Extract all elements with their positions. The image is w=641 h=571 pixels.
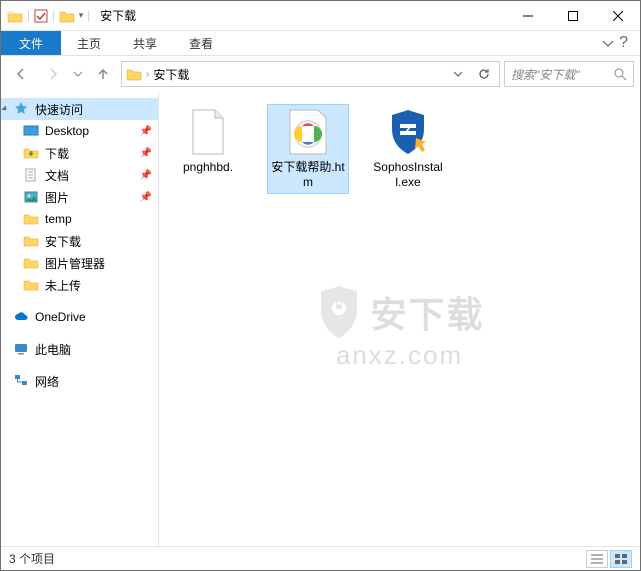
sidebar-item[interactable]: Desktop 📌 <box>1 120 158 142</box>
blank-icon <box>184 108 232 156</box>
nav-up-button[interactable] <box>89 60 117 88</box>
network-icon <box>13 373 29 389</box>
separator: | <box>27 10 30 22</box>
window-title: 安下载 <box>100 7 136 24</box>
explorer-window: | | ▾ | 安下载 文件 主页 共享 查看 ? <box>0 0 641 571</box>
tab-home[interactable]: 主页 <box>61 31 117 55</box>
sidebar-thispc[interactable]: 此电脑 <box>1 338 158 360</box>
search-placeholder: 搜索"安下载" <box>511 66 614 83</box>
ribbon-tabs: 文件 主页 共享 查看 ? <box>1 31 640 56</box>
sidebar-item[interactable]: 图片管理器 <box>1 252 158 274</box>
search-icon <box>614 68 627 81</box>
title-bar: | | ▾ | 安下载 <box>1 1 640 31</box>
sidebar: 快速访问 Desktop 📌 下载 📌 文档 📌 图片 📌 temp 安下载图片管理器未上传 On… <box>1 92 159 546</box>
downloads-icon <box>23 145 39 161</box>
file-label: SophosInstall.exe <box>371 160 445 190</box>
sidebar-item-label: Desktop <box>45 124 89 138</box>
desktop-icon <box>23 123 39 139</box>
ribbon-expand-button[interactable]: ? <box>591 31 640 55</box>
folder-icon <box>7 8 23 24</box>
sidebar-item-label: 图片管理器 <box>45 255 105 272</box>
chevron-right-icon: › <box>146 69 149 80</box>
main-area: 快速访问 Desktop 📌 下载 📌 文档 📌 图片 📌 temp 安下载图片管理器未上传 On… <box>1 92 640 546</box>
folder-icon <box>23 211 39 227</box>
sidebar-item-label: 网络 <box>35 373 59 390</box>
separator: | <box>52 10 55 22</box>
minimize-button[interactable] <box>505 1 550 30</box>
view-details-button[interactable] <box>586 550 608 568</box>
documents-icon <box>23 167 39 183</box>
folder-icon <box>23 233 39 249</box>
folder-icon <box>23 277 39 293</box>
close-button[interactable] <box>595 1 640 30</box>
sidebar-network[interactable]: 网络 <box>1 370 158 392</box>
folder-icon <box>59 8 75 24</box>
dropdown-icon[interactable]: ▾ <box>79 10 84 21</box>
htm-icon <box>284 108 332 156</box>
sidebar-item-label: 文档 <box>45 167 69 184</box>
pin-icon: 📌 <box>140 126 152 137</box>
status-bar: 3 个项目 <box>1 546 640 570</box>
address-segment[interactable]: 安下载 <box>153 66 189 83</box>
file-item[interactable]: pnghhbd. <box>167 104 249 194</box>
sidebar-item-label: 此电脑 <box>35 341 71 358</box>
pin-icon: 📌 <box>140 170 152 181</box>
pictures-icon <box>23 189 39 205</box>
refresh-button[interactable] <box>473 67 495 81</box>
tab-share[interactable]: 共享 <box>117 31 173 55</box>
file-item[interactable]: 安下载帮助.htm <box>267 104 349 194</box>
sidebar-item[interactable]: 文档 📌 <box>1 164 158 186</box>
nav-recent-button[interactable] <box>71 60 85 88</box>
sidebar-item-label: 下载 <box>45 145 69 162</box>
status-count: 3 个项目 <box>9 550 55 567</box>
tab-file[interactable]: 文件 <box>1 31 61 55</box>
sidebar-quick-access[interactable]: 快速访问 <box>1 98 158 120</box>
sidebar-item-label: 未上传 <box>45 277 81 294</box>
sidebar-item-label: OneDrive <box>35 310 86 324</box>
watermark: 安下载 anxz.com <box>314 284 484 371</box>
file-pane[interactable]: pnghhbd. 安下载帮助.htm SophosInstall.exe 安下载 a… <box>159 92 640 546</box>
folder-icon <box>23 255 39 271</box>
sidebar-item[interactable]: 下载 📌 <box>1 142 158 164</box>
star-icon <box>13 101 29 117</box>
search-input[interactable]: 搜索"安下载" <box>504 61 634 87</box>
pin-icon: 📌 <box>140 192 152 203</box>
sidebar-item-label: 图片 <box>45 189 69 206</box>
sophos-icon <box>384 108 432 156</box>
address-dropdown-button[interactable] <box>447 70 469 78</box>
checkbox-icon[interactable] <box>34 9 48 23</box>
sidebar-item-label: 安下载 <box>45 233 81 250</box>
nav-back-button[interactable] <box>7 60 35 88</box>
sidebar-item[interactable]: 未上传 <box>1 274 158 296</box>
sidebar-item-label: 快速访问 <box>35 101 83 118</box>
tab-view[interactable]: 查看 <box>173 31 229 55</box>
address-row: › 安下载 搜索"安下载" <box>1 56 640 92</box>
sidebar-item[interactable]: temp <box>1 208 158 230</box>
sidebar-item-label: temp <box>45 212 72 226</box>
nav-forward-button[interactable] <box>39 60 67 88</box>
sidebar-onedrive[interactable]: OneDrive <box>1 306 158 328</box>
sidebar-item[interactable]: 图片 📌 <box>1 186 158 208</box>
file-label: pnghhbd. <box>183 160 233 175</box>
address-bar[interactable]: › 安下载 <box>121 61 500 87</box>
view-icons-button[interactable] <box>610 550 632 568</box>
maximize-button[interactable] <box>550 1 595 30</box>
file-label: 安下载帮助.htm <box>271 160 345 190</box>
pc-icon <box>13 341 29 357</box>
pin-icon: 📌 <box>140 148 152 159</box>
separator: | <box>87 10 90 22</box>
cloud-icon <box>13 309 29 325</box>
sidebar-item[interactable]: 安下载 <box>1 230 158 252</box>
file-item[interactable]: SophosInstall.exe <box>367 104 449 194</box>
